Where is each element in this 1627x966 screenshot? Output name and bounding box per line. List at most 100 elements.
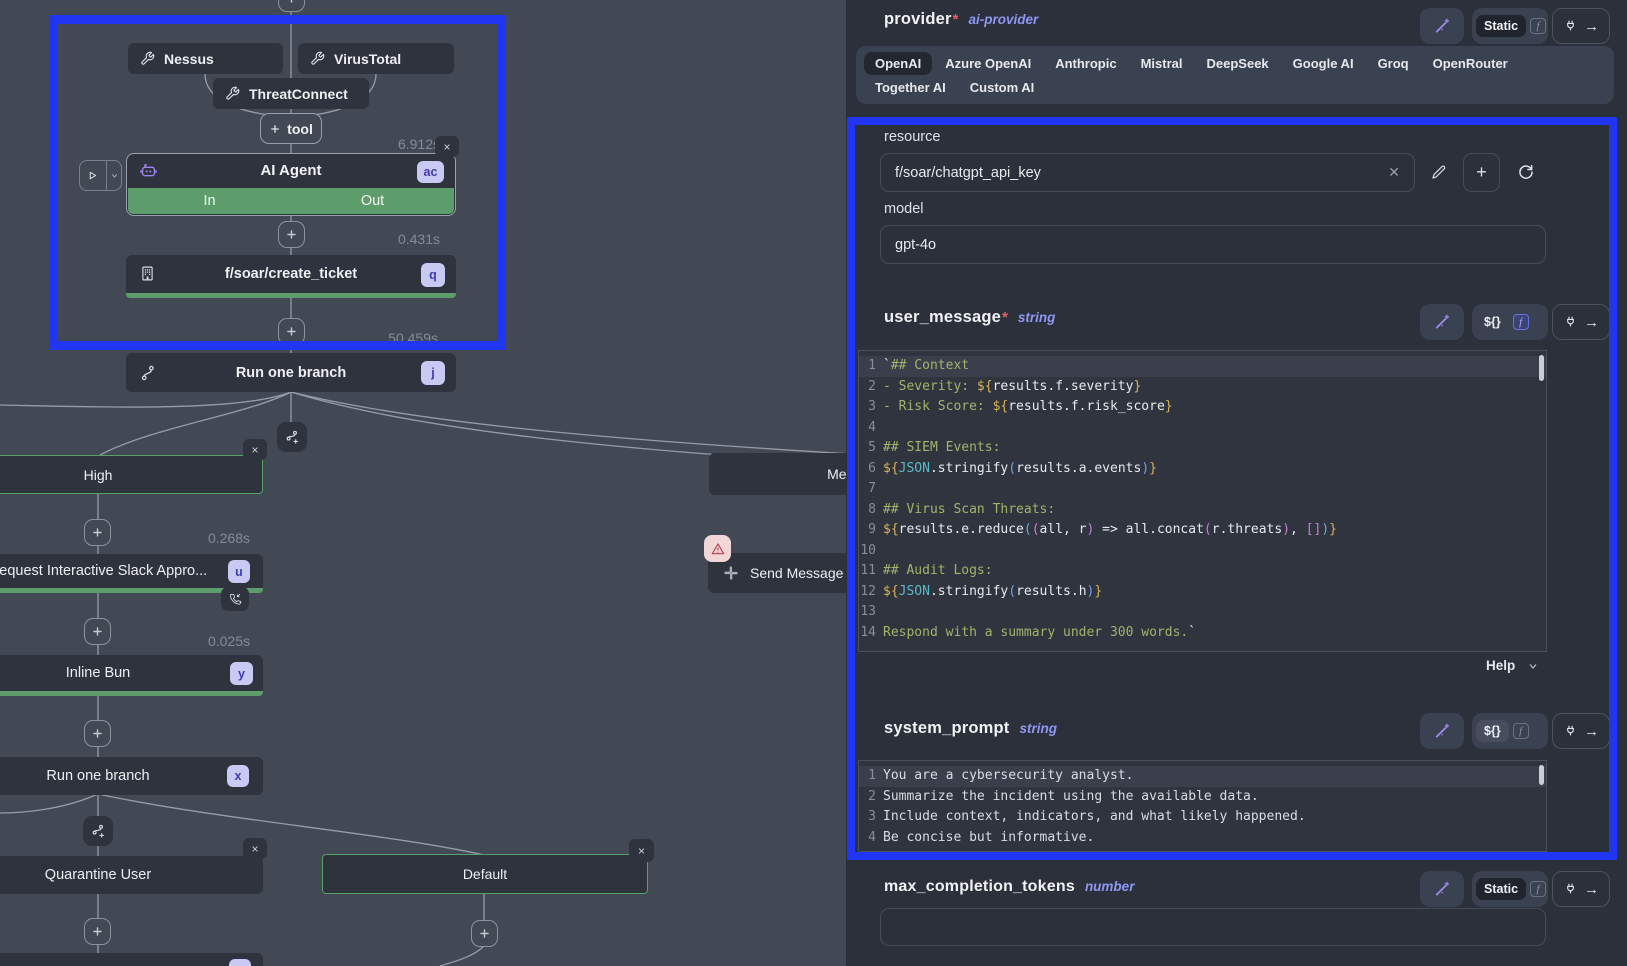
code-line-4[interactable]: 4Be concise but informative. [859,828,1546,849]
code-text[interactable]: ## Audit Logs: [883,561,993,582]
code-line-1[interactable]: 1You are a cybersecurity analyst. [859,766,1546,787]
code-text[interactable]: - Risk Score: ${results.f.risk_score} [883,397,1173,418]
ai-assist-button[interactable] [1420,713,1464,749]
code-text[interactable]: ${results.e.reduce((all, r) => all.conca… [883,520,1337,541]
node-inline-bun[interactable]: Inline Bun y [0,655,263,696]
ai-assist-button[interactable] [1420,304,1464,340]
code-text[interactable]: ## Virus Scan Threats: [883,500,1055,521]
node-branch-high[interactable]: High [0,455,263,494]
code-line-8[interactable]: 8## Virus Scan Threats: [859,500,1546,521]
provider-tab-azure-openai[interactable]: Azure OpenAI [934,52,1042,75]
add-step-connector[interactable] [84,720,111,747]
connect-input-button[interactable]: → [1552,304,1610,340]
help-dropdown[interactable]: Help [1486,658,1539,673]
code-line-13[interactable]: 13 [859,602,1546,623]
code-line-11[interactable]: 11## Audit Logs: [859,561,1546,582]
provider-tab-google-ai[interactable]: Google AI [1282,52,1365,75]
provider-tab-custom-ai[interactable]: Custom AI [959,76,1046,99]
connect-input-button[interactable]: → [1552,713,1610,749]
code-text[interactable]: ${JSON.stringify(results.h)} [883,582,1102,603]
add-step-connector[interactable] [278,0,305,12]
provider-tab-openrouter[interactable]: OpenRouter [1422,52,1519,75]
code-line-14[interactable]: 14Respond with a summary under 300 words… [859,623,1546,644]
static-toggle-group[interactable]: Static f [1472,871,1548,907]
node-branch-medium[interactable]: Medium [709,453,846,495]
node-nessus[interactable]: Nessus [128,43,283,74]
add-step-connector[interactable] [278,318,305,345]
code-line-5[interactable]: 5## SIEM Events: [859,438,1546,459]
node-virustotal[interactable]: VirusTotal [298,43,454,74]
close-icon[interactable]: × [629,839,654,862]
provider-tabs[interactable]: OpenAIAzure OpenAIAnthropicMistralDeepSe… [856,46,1614,104]
code-text[interactable]: You are a cybersecurity analyst. [883,766,1133,787]
connect-input-button[interactable]: → [1552,871,1610,907]
system-prompt-editor[interactable]: 1You are a cybersecurity analyst.2Summar… [858,760,1547,852]
node-badge[interactable]: x [227,765,249,787]
close-icon[interactable]: × [435,136,459,157]
provider-tab-deepseek[interactable]: DeepSeek [1196,52,1280,75]
code-line-3[interactable]: 3Include context, indicators, and what l… [859,807,1546,828]
play-icon[interactable] [80,161,106,190]
add-step-connector[interactable] [84,618,111,645]
provider-tab-groq[interactable]: Groq [1367,52,1420,75]
static-toggle[interactable]: Static [1476,878,1526,900]
expression-toggle-group[interactable]: ${} f [1472,304,1548,340]
add-step-connector[interactable] [278,221,305,248]
code-line-6[interactable]: 6${JSON.stringify(results.a.events)} [859,459,1546,480]
node-quarantine-user[interactable]: Quarantine User [0,856,263,894]
resource-input[interactable]: f/soar/chatgpt_api_key ✕ [880,153,1415,192]
code-line-4[interactable]: 4 [859,418,1546,439]
code-line-3[interactable]: 3- Risk Score: ${results.f.risk_score} [859,397,1546,418]
expression-toggle-group[interactable]: ${} f [1472,713,1548,749]
code-text[interactable]: Include context, indicators, and what li… [883,807,1306,828]
code-line-7[interactable]: 7 [859,479,1546,500]
add-step-connector[interactable] [471,920,498,947]
add-step-connector[interactable] [84,519,111,546]
refresh-icon[interactable] [1515,162,1535,182]
code-line-10[interactable]: 10 [859,541,1546,562]
add-resource-button[interactable]: + [1463,153,1500,192]
chevron-down-icon[interactable] [107,161,121,190]
code-line-1[interactable]: 1`## Context [859,356,1546,377]
code-text[interactable]: Respond with a summary under 300 words.` [883,623,1196,644]
clear-icon[interactable]: ✕ [1388,164,1400,181]
agent-out-label[interactable]: Out [291,188,454,214]
connect-input-button[interactable]: → [1552,8,1610,44]
scrollbar-thumb[interactable] [1539,355,1544,381]
node-badge[interactable]: q [421,263,445,287]
node-badge[interactable]: u [228,560,250,583]
node-run-one-branch-1[interactable]: Run one branch j [126,353,456,392]
provider-tab-together-ai[interactable]: Together AI [864,76,957,99]
formula-icon[interactable]: f [1513,314,1529,330]
max-completion-tokens-input[interactable] [880,908,1546,946]
provider-tab-openai[interactable]: OpenAI [864,52,932,75]
code-text[interactable]: ${JSON.stringify(results.a.events)} [883,459,1157,480]
code-text[interactable]: - Severity: ${results.f.severity} [883,377,1141,398]
node-threatconnect[interactable]: ThreatConnect [213,78,369,109]
code-line-2[interactable]: 2Summarize the incident using the availa… [859,787,1546,808]
provider-tab-anthropic[interactable]: Anthropic [1044,52,1127,75]
close-icon[interactable]: × [243,838,267,859]
formula-icon[interactable]: f [1530,881,1546,897]
provider-tab-mistral[interactable]: Mistral [1130,52,1194,75]
node-badge[interactable]: j [421,361,445,385]
node-badge[interactable] [229,959,251,966]
model-input[interactable]: gpt-4o [880,225,1546,264]
agent-in-label[interactable]: In [128,188,291,214]
formula-icon[interactable]: f [1530,18,1546,34]
add-branch-button[interactable] [83,816,113,846]
node-badge[interactable]: ac [417,161,444,183]
close-icon[interactable]: × [243,439,267,460]
static-toggle-group[interactable]: Static f [1472,8,1548,44]
node-create-ticket[interactable]: f/soar/create_ticket q [126,255,456,298]
code-text[interactable]: Be concise but informative. [883,828,1094,849]
ai-assist-button[interactable] [1420,8,1464,44]
expression-toggle[interactable]: ${} [1476,720,1509,742]
tool-connector[interactable]: tool [260,113,322,144]
node-ai-agent[interactable]: AI Agent ac In Out [126,153,456,216]
run-step-button[interactable] [79,160,122,191]
code-text[interactable]: ## SIEM Events: [883,438,1000,459]
code-line-2[interactable]: 2- Severity: ${results.f.severity} [859,377,1546,398]
add-step-connector[interactable] [84,918,111,945]
expression-toggle[interactable]: ${} [1476,311,1509,333]
